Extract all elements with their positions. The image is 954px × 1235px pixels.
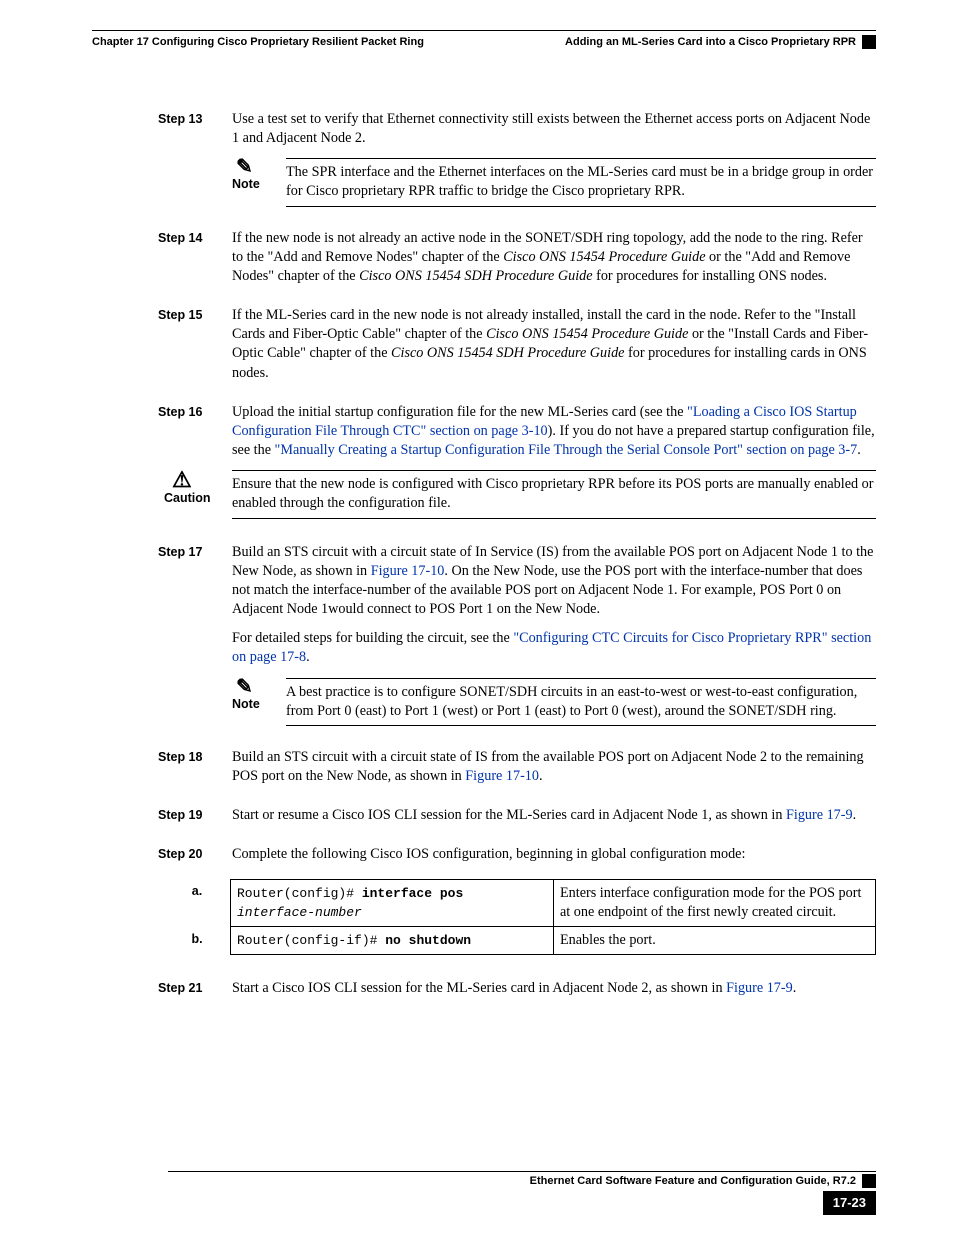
note-label: Note xyxy=(232,697,260,711)
step-body: If the ML-Series card in the new node is… xyxy=(232,306,876,393)
step-label: Step 14 xyxy=(158,229,232,297)
description-cell: Enters interface configuration mode for … xyxy=(554,879,876,926)
step-13: Step 13 Use a test set to verify that Et… xyxy=(158,110,876,219)
note-text: The SPR interface and the Ethernet inter… xyxy=(286,164,873,199)
step-body: Start a Cisco IOS CLI session for the ML… xyxy=(232,979,876,1008)
step-18: Step 18 Build an STS circuit with a circ… xyxy=(158,748,876,796)
step-label: Step 21 xyxy=(158,979,232,1008)
step-body: Build an STS circuit with a circuit stat… xyxy=(232,748,876,796)
content-area: Step 13 Use a test set to verify that Et… xyxy=(158,110,876,1009)
xref-link[interactable]: "Manually Creating a Startup Configurati… xyxy=(275,442,858,458)
guide-title: Cisco ONS 15454 SDH Procedure Guide xyxy=(359,268,592,284)
step-body: Complete the following Cisco IOS configu… xyxy=(232,845,876,969)
step-21: Step 21 Start a Cisco IOS CLI session fo… xyxy=(158,979,876,1008)
caution-icon: ⚠ xyxy=(164,470,232,490)
step-label: Step 17 xyxy=(158,543,232,738)
step-16: Step 16 Upload the initial startup confi… xyxy=(158,403,876,533)
guide-title: Cisco ONS 15454 Procedure Guide xyxy=(503,249,705,265)
xref-link[interactable]: Figure 17-9 xyxy=(786,807,853,823)
caution-label: Caution xyxy=(164,491,211,505)
step-body: Build an STS circuit with a circuit stat… xyxy=(232,543,876,738)
caution-text: Ensure that the new node is configured w… xyxy=(232,476,873,511)
caution-block: ⚠ Caution Ensure that the new node is co… xyxy=(164,470,876,518)
page-footer: Ethernet Card Software Feature and Confi… xyxy=(78,1171,876,1215)
header-marker-icon xyxy=(862,35,876,49)
command-cell: Router(config-if)# no shutdown xyxy=(231,927,554,955)
footer-marker-icon xyxy=(862,1174,876,1188)
row-id: b. xyxy=(164,927,231,955)
note-text: A best practice is to configure SONET/SD… xyxy=(286,684,857,719)
step-text: Complete the following Cisco IOS configu… xyxy=(232,845,876,864)
step-19: Step 19 Start or resume a Cisco IOS CLI … xyxy=(158,806,876,835)
note-block: ✎ Note The SPR interface and the Etherne… xyxy=(232,158,876,206)
table-row: a. Router(config)# interface pos interfa… xyxy=(164,879,876,926)
step-14: Step 14 If the new node is not already a… xyxy=(158,229,876,297)
step-body: Start or resume a Cisco IOS CLI session … xyxy=(232,806,876,835)
page-header: Chapter 17 Configuring Cisco Proprietary… xyxy=(78,35,876,50)
step-body: If the new node is not already an active… xyxy=(232,229,876,297)
xref-link[interactable]: Figure 17-9 xyxy=(726,980,793,996)
step-17: Step 17 Build an STS circuit with a circ… xyxy=(158,543,876,738)
table-row: b. Router(config-if)# no shutdown Enable… xyxy=(164,927,876,955)
step-label: Step 19 xyxy=(158,806,232,835)
config-table: a. Router(config)# interface pos interfa… xyxy=(164,879,876,956)
description-cell: Enables the port. xyxy=(554,927,876,955)
chapter-title: Chapter 17 Configuring Cisco Proprietary… xyxy=(78,35,424,50)
pencil-icon: ✎ xyxy=(232,678,286,696)
step-body: Use a test set to verify that Ethernet c… xyxy=(232,110,876,219)
page-number: 17-23 xyxy=(823,1191,876,1215)
command-cell: Router(config)# interface pos interface-… xyxy=(231,879,554,926)
row-id: a. xyxy=(164,879,231,926)
step-20: Step 20 Complete the following Cisco IOS… xyxy=(158,845,876,969)
step-label: Step 18 xyxy=(158,748,232,796)
xref-link[interactable]: Figure 17-10 xyxy=(371,563,445,579)
step-15: Step 15 If the ML-Series card in the new… xyxy=(158,306,876,393)
guide-title: Cisco ONS 15454 Procedure Guide xyxy=(486,326,688,342)
step-text: Use a test set to verify that Ethernet c… xyxy=(232,110,876,148)
section-title: Adding an ML-Series Card into a Cisco Pr… xyxy=(565,35,856,50)
note-block: ✎ Note A best practice is to configure S… xyxy=(232,678,876,726)
step-body: Upload the initial startup configuration… xyxy=(232,403,876,533)
step-label: Step 13 xyxy=(158,110,232,219)
page: Chapter 17 Configuring Cisco Proprietary… xyxy=(0,0,954,1235)
guide-title: Cisco ONS 15454 SDH Procedure Guide xyxy=(391,345,624,361)
note-label: Note xyxy=(232,177,260,191)
pencil-icon: ✎ xyxy=(232,158,286,176)
header-rule xyxy=(92,30,876,31)
footer-guide-title: Ethernet Card Software Feature and Confi… xyxy=(530,1174,856,1189)
step-label: Step 15 xyxy=(158,306,232,393)
xref-link[interactable]: Figure 17-10 xyxy=(465,768,539,784)
